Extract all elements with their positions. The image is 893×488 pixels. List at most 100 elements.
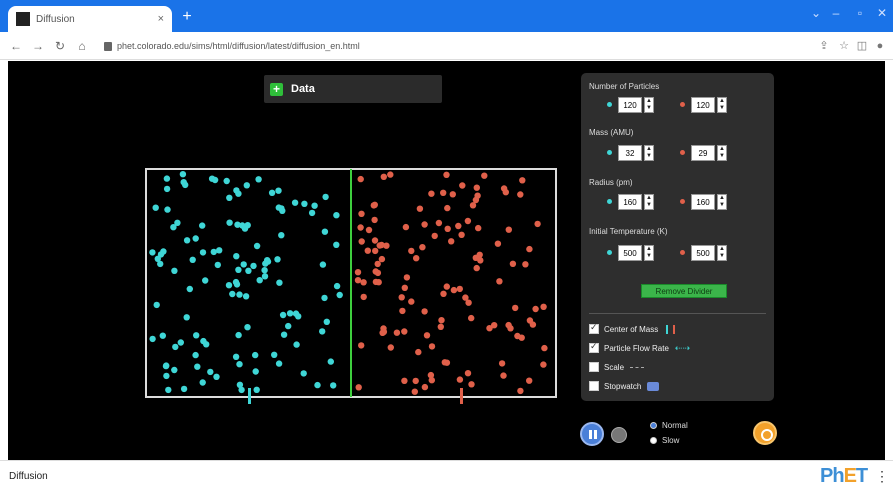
center-of-mass-label: Center of Mass	[604, 324, 659, 334]
step-forward-button[interactable]	[611, 427, 627, 443]
radius-right-stepper[interactable]: ▲ ▼	[717, 194, 727, 210]
left-particle	[162, 362, 170, 370]
left-particle	[171, 366, 178, 374]
left-particle	[240, 261, 247, 268]
left-particle	[226, 194, 233, 201]
speed-normal-radio[interactable]	[650, 422, 657, 429]
left-particle	[210, 248, 217, 256]
reset-all-button[interactable]	[753, 421, 777, 445]
right-particle	[421, 308, 428, 315]
right-particle	[444, 204, 451, 212]
pause-button[interactable]	[580, 422, 604, 446]
left-particle	[164, 206, 171, 213]
left-particle	[192, 235, 199, 242]
radius-left-field[interactable]: 160	[618, 194, 642, 210]
left-particle	[194, 363, 201, 370]
radius-label: Radius (pm)	[589, 178, 633, 187]
right-particle	[370, 202, 377, 209]
phet-favicon-icon	[16, 12, 30, 26]
left-particle	[278, 232, 285, 239]
bookmark-star-icon[interactable]: ☆	[836, 38, 852, 54]
right-particle	[526, 377, 533, 384]
new-tab-button[interactable]: +	[178, 8, 196, 26]
particle-flow-rate-option[interactable]: Particle Flow Rate ⇠⇢	[589, 341, 690, 355]
left-particle	[183, 237, 191, 244]
right-particle	[468, 381, 475, 388]
reload-icon[interactable]: ↻	[52, 38, 68, 54]
speed-slow-radio[interactable]	[650, 437, 657, 444]
back-icon[interactable]: ←	[8, 38, 24, 54]
center-of-mass-checkbox[interactable]	[589, 322, 599, 334]
left-particle	[256, 277, 263, 284]
num-left-field[interactable]: 120	[618, 97, 642, 113]
stopwatch-option[interactable]: Stopwatch	[589, 379, 660, 393]
left-particle	[235, 266, 242, 273]
left-particle	[232, 353, 240, 360]
browser-toolbar: ← → ↻ ⌂ phet.colorado.edu/sims/html/diff…	[0, 32, 893, 60]
home-icon[interactable]: ⌂	[74, 38, 90, 54]
left-particle	[301, 200, 308, 207]
temp-right-stepper[interactable]: ▲ ▼	[717, 245, 727, 261]
mass-left-field[interactable]: 32	[618, 145, 642, 161]
right-particle	[358, 342, 365, 349]
minimize-icon[interactable]: –	[826, 6, 846, 24]
share-icon[interactable]: ⇪	[816, 38, 832, 54]
simulation-canvas: + Data Number of Particles 120 ▲ ▼ 120 ▲ ▼…	[8, 61, 885, 460]
phet-menu-icon[interactable]: ⋮	[875, 468, 889, 485]
right-particle	[399, 307, 406, 315]
temp-left-field[interactable]: 500	[618, 245, 642, 261]
right-particle	[456, 285, 463, 293]
right-particle	[458, 231, 465, 238]
left-particle	[154, 255, 161, 262]
close-window-icon[interactable]: ✕	[872, 6, 892, 24]
radius-left-stepper[interactable]: ▲ ▼	[644, 194, 654, 210]
right-particle	[500, 372, 507, 379]
particle-flow-rate-checkbox[interactable]	[589, 341, 599, 353]
center-of-mass-right-icon	[673, 324, 676, 334]
temp-left-stepper[interactable]: ▲ ▼	[644, 245, 654, 261]
center-of-mass-option[interactable]: Center of Mass	[589, 322, 676, 336]
profile-avatar-icon[interactable]: ●	[872, 38, 888, 54]
right-particle	[419, 244, 426, 251]
right-particle	[412, 377, 419, 385]
address-bar[interactable]: phet.colorado.edu/sims/html/diffusion/la…	[104, 37, 804, 55]
left-particle	[207, 368, 214, 376]
scale-checkbox[interactable]	[589, 362, 599, 372]
forward-icon[interactable]: →	[30, 38, 46, 54]
left-particle	[271, 351, 278, 358]
chevron-down-icon[interactable]: ⌄	[806, 6, 826, 24]
left-particle	[336, 291, 343, 299]
speed-slow-option[interactable]: Slow	[650, 436, 679, 445]
left-particle	[232, 278, 240, 286]
phet-logo[interactable]: PhET	[820, 465, 868, 488]
right-particle	[403, 274, 411, 281]
speed-slow-label: Slow	[662, 436, 680, 445]
left-particle	[235, 331, 242, 339]
tab-close-icon[interactable]: ×	[158, 13, 164, 25]
temp-right-field[interactable]: 500	[691, 245, 715, 261]
num-right-stepper[interactable]: ▲ ▼	[717, 97, 727, 113]
browser-tab[interactable]: Diffusion ×	[8, 6, 172, 32]
num-left-stepper[interactable]: ▲ ▼	[644, 97, 654, 113]
scale-option[interactable]: Scale	[589, 360, 645, 374]
left-particle	[291, 199, 299, 206]
right-particle	[473, 264, 480, 272]
sidebar-icon[interactable]: ◫	[854, 38, 870, 54]
right-particle	[438, 317, 445, 324]
right-particle	[357, 175, 364, 183]
right-particle	[354, 269, 362, 276]
right-particle	[494, 240, 502, 247]
particle-flow-rate-label: Particle Flow Rate	[604, 343, 669, 353]
mass-right-stepper[interactable]: ▲ ▼	[717, 145, 727, 161]
speed-normal-option[interactable]: Normal	[650, 421, 688, 430]
stopwatch-checkbox[interactable]	[589, 381, 599, 391]
remove-divider-button[interactable]: Remove Divider	[641, 284, 727, 298]
left-particle	[180, 385, 188, 393]
num-right-field[interactable]: 120	[691, 97, 715, 113]
speed-normal-label: Normal	[662, 421, 688, 430]
radius-right-field[interactable]: 160	[691, 194, 715, 210]
mass-right-field[interactable]: 29	[691, 145, 715, 161]
stopwatch-icon	[647, 381, 660, 391]
mass-left-stepper[interactable]: ▲ ▼	[644, 145, 654, 161]
maximize-icon[interactable]: ▫	[850, 6, 870, 24]
